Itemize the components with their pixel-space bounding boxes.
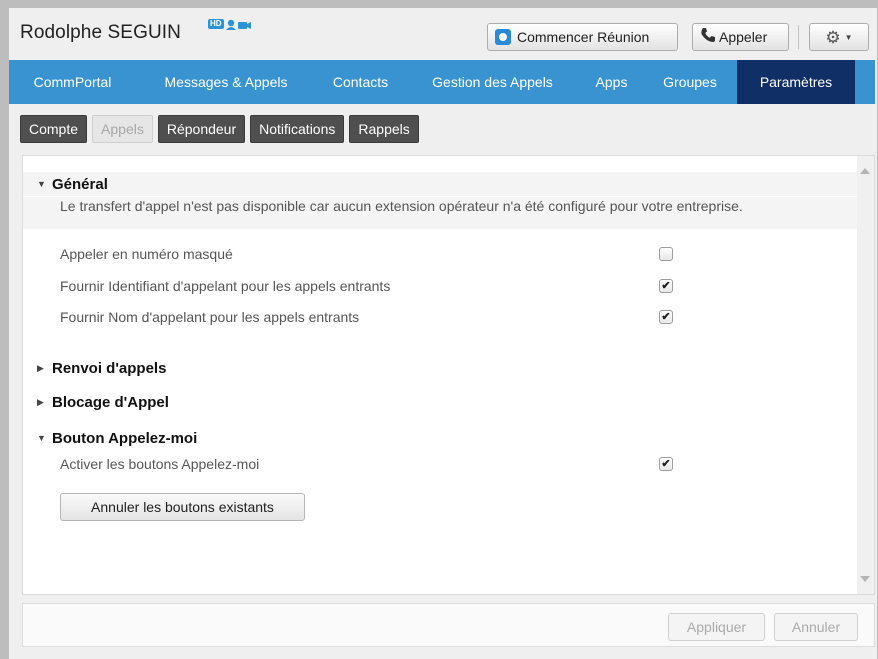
hide-number-checkbox[interactable] (659, 247, 673, 261)
video-call-icon (225, 18, 252, 37)
section-callme-title: Bouton Appelez-moi (52, 429, 198, 447)
nav-item-gestion-appels[interactable]: Gestion des Appels (405, 60, 580, 104)
caller-id-checkbox[interactable]: ✔ (659, 279, 673, 293)
tab-rappels[interactable]: Rappels (349, 115, 419, 143)
tab-notifications[interactable]: Notifications (250, 115, 345, 143)
start-meeting-label: Commencer Réunion (517, 29, 650, 45)
presence-indicator: HD (208, 18, 252, 38)
section-forwarding-header[interactable]: ▶ Renvoi d'appels (23, 356, 857, 380)
header: Rodolphe SEGUIN HD Commencer Réunion App… (9, 8, 877, 56)
meeting-icon (495, 29, 511, 45)
tab-appels[interactable]: Appels (92, 115, 153, 143)
cancel-button[interactable]: Annuler (774, 613, 858, 641)
user-name: Rodolphe SEGUIN (20, 22, 181, 43)
general-notice: Le transfert d'appel n'est pas disponibl… (60, 198, 743, 214)
gear-icon: ⚙ (825, 27, 841, 47)
settings-menu-button[interactable]: ⚙ ▼ (809, 23, 869, 51)
settings-panel: ▼ Général Le transfert d'appel n'est pas… (22, 155, 875, 595)
expanded-arrow-icon: ▼ (37, 433, 46, 443)
cancel-existing-buttons-button[interactable]: Annuler les boutons existants (60, 493, 305, 521)
start-meeting-button[interactable]: Commencer Réunion (487, 23, 678, 51)
section-general-title: Général (52, 175, 108, 193)
hd-badge: HD (208, 19, 224, 29)
caller-name-checkbox[interactable]: ✔ (659, 310, 673, 324)
enable-callme-label: Activer les boutons Appelez-moi (60, 456, 260, 472)
app-window: Rodolphe SEGUIN HD Commencer Réunion App… (9, 8, 877, 659)
settings-subtabs: Compte Appels Répondeur Notifications Ra… (20, 115, 419, 143)
collapsed-arrow-icon: ▶ (37, 362, 44, 373)
phone-icon (700, 27, 716, 47)
footer-bar: Appliquer Annuler (22, 603, 875, 647)
section-blocking-title: Blocage d'Appel (52, 393, 169, 411)
main-nav: CommPortal Messages & Appels Contacts Ge… (9, 60, 875, 104)
section-blocking-header[interactable]: ▶ Blocage d'Appel (23, 390, 857, 414)
nav-item-groupes[interactable]: Groupes (643, 60, 737, 104)
header-divider (798, 25, 799, 49)
hide-number-label: Appeler en numéro masqué (60, 246, 233, 262)
nav-item-parametres[interactable]: Paramètres (737, 60, 855, 104)
caller-id-label: Fournir Identifiant d'appelant pour les … (60, 278, 391, 294)
caller-name-label: Fournir Nom d'appelant pour les appels e… (60, 309, 360, 325)
section-forwarding-title: Renvoi d'appels (52, 359, 167, 377)
nav-item-commportal[interactable]: CommPortal (9, 60, 136, 104)
scrollbar[interactable] (857, 156, 874, 594)
tab-repondeur[interactable]: Répondeur (157, 115, 246, 143)
collapsed-arrow-icon: ▶ (37, 396, 44, 407)
section-general-header[interactable]: ▼ Général (23, 172, 857, 196)
scroll-up-icon[interactable] (860, 168, 870, 174)
tab-compte[interactable]: Compte (20, 115, 88, 143)
call-button[interactable]: Appeler (692, 23, 789, 51)
chevron-down-icon: ▼ (844, 32, 853, 42)
scroll-down-icon[interactable] (860, 576, 870, 582)
call-label: Appeler (719, 29, 768, 45)
section-callme-header[interactable]: ▼ Bouton Appelez-moi (23, 426, 857, 450)
nav-item-apps[interactable]: Apps (580, 60, 643, 104)
enable-callme-checkbox[interactable]: ✔ (659, 457, 673, 471)
nav-item-messages-appels[interactable]: Messages & Appels (136, 60, 316, 104)
apply-button[interactable]: Appliquer (668, 613, 765, 641)
nav-item-contacts[interactable]: Contacts (316, 60, 405, 104)
expanded-arrow-icon: ▼ (37, 179, 46, 189)
